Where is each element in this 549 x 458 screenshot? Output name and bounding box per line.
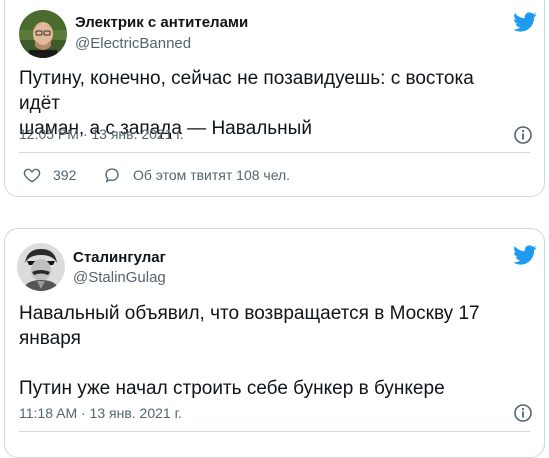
author-handle[interactable]: @ElectricBanned: [75, 35, 191, 52]
comment-icon: [105, 168, 119, 183]
tweet-timestamp[interactable]: 12:05 PM · 13 янв. 2021 г.: [19, 126, 184, 142]
info-icon[interactable]: [513, 125, 533, 145]
author-handle[interactable]: @StalinGulag: [73, 269, 166, 286]
tweet-timestamp[interactable]: 11:18 AM · 13 янв. 2021 г.: [19, 405, 182, 421]
tweet-text-line: января: [19, 328, 81, 349]
tweet-text-line: Путину, конечно, сейчас не позавидуешь: …: [19, 68, 474, 114]
tweet-card-2[interactable]: Сталингулаг @StalinGulag Навальный объяв…: [4, 228, 545, 458]
tweet-text: Навальный объявил, что возвращается в Мо…: [19, 301, 509, 401]
retweet-info-action[interactable]: Об этом твитят 108 чел.: [103, 166, 290, 184]
avatar[interactable]: [17, 243, 65, 291]
like-count: 392: [53, 167, 77, 183]
avatar-image: [17, 243, 65, 291]
tweet-text-line: Навальный объявил, что возвращается в Мо…: [19, 303, 480, 324]
avatar[interactable]: [19, 10, 67, 58]
heart-icon: [23, 168, 41, 183]
divider: [19, 431, 530, 432]
info-icon[interactable]: [513, 403, 533, 423]
tweet-text-line: Путин уже начал строить себе бункер в бу…: [19, 378, 445, 399]
twitter-bird-icon[interactable]: [513, 10, 537, 34]
author-name[interactable]: Электрик с антителами: [75, 14, 248, 31]
retweet-info-text: Об этом твитят 108 чел.: [133, 167, 291, 183]
tweet-card-1[interactable]: Электрик с антителами @ElectricBanned Пу…: [4, 0, 545, 197]
like-action[interactable]: 392: [23, 166, 76, 184]
avatar-image: [19, 10, 67, 58]
divider: [19, 152, 530, 153]
twitter-bird-icon[interactable]: [513, 243, 537, 267]
author-name[interactable]: Сталингулаг: [73, 249, 166, 266]
